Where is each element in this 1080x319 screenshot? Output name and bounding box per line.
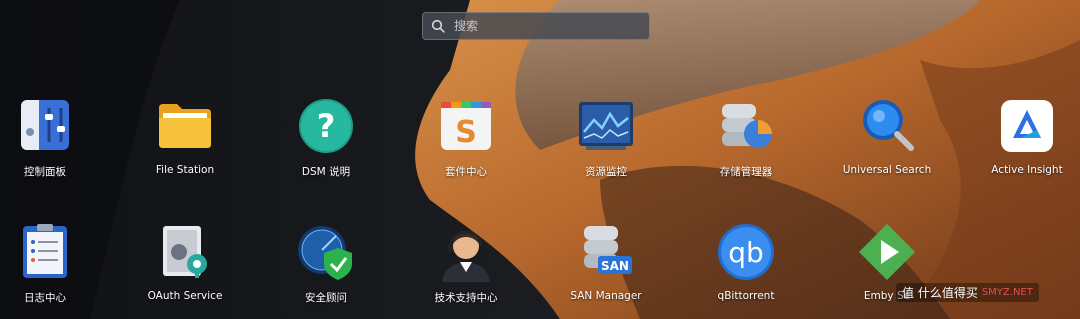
watermark-site: SMYZ.NET — [981, 287, 1033, 298]
app-san-manager[interactable]: SAN SAN Manager — [541, 222, 671, 302]
app-label: 技术支持中心 — [434, 292, 498, 304]
svg-text:qb: qb — [728, 236, 764, 269]
app-control-panel[interactable]: 控制面板 — [0, 96, 110, 179]
app-active-insight[interactable]: Active Insight — [962, 96, 1080, 176]
svg-text:SAN: SAN — [601, 259, 629, 273]
resource-monitor-icon — [579, 102, 633, 150]
app-label: 控制面板 — [24, 166, 66, 178]
app-label: File Station — [155, 164, 215, 176]
app-file-station[interactable]: File Station — [120, 96, 250, 176]
app-support-center[interactable]: 技术支持中心 — [401, 222, 531, 305]
search-icon — [431, 19, 445, 33]
app-label: 日志中心 — [24, 292, 66, 304]
help-icon: ? — [299, 99, 353, 153]
security-advisor-icon — [298, 226, 352, 280]
search-input[interactable] — [452, 18, 636, 34]
app-package-center[interactable]: S 套件中心 — [401, 96, 531, 179]
watermark: 值 什么值得买 SMYZ.NET — [896, 283, 1039, 302]
package-center-icon: S — [441, 102, 491, 150]
app-label: 资源监控 — [585, 166, 627, 178]
app-label: Universal Search — [842, 164, 932, 176]
support-center-icon — [442, 230, 490, 282]
emby-server-icon — [859, 224, 915, 280]
app-label: 套件中心 — [445, 166, 487, 178]
active-insight-icon — [1001, 100, 1053, 152]
app-qbittorrent[interactable]: qb qBittorrent — [681, 222, 811, 302]
qbittorrent-icon: qb — [718, 224, 774, 280]
app-dsm-help[interactable]: ? DSM 说明 — [261, 96, 391, 179]
svg-text:S: S — [455, 115, 477, 150]
app-security-advisor[interactable]: 安全顾问 — [261, 222, 391, 305]
app-oauth-service[interactable]: OAuth Service — [120, 222, 250, 302]
app-label: SAN Manager — [570, 290, 642, 302]
app-label: 存储管理器 — [719, 166, 773, 178]
app-storage-manager[interactable]: 存储管理器 — [681, 96, 811, 179]
storage-manager-icon — [722, 104, 772, 148]
app-log-center[interactable]: 日志中心 — [0, 222, 110, 305]
svg-text:?: ? — [317, 107, 336, 145]
app-label: Active Insight — [991, 164, 1063, 176]
app-label: qBittorrent — [717, 290, 775, 302]
oauth-service-icon — [163, 226, 207, 278]
san-manager-icon: SAN — [584, 226, 632, 274]
app-universal-search[interactable]: Universal Search — [822, 96, 952, 176]
search-bar[interactable] — [422, 12, 650, 40]
app-label: DSM 说明 — [301, 166, 351, 178]
app-label: OAuth Service — [147, 290, 223, 302]
watermark-text: 值 什么值得买 — [902, 286, 978, 300]
app-resource-monitor[interactable]: 资源监控 — [541, 96, 671, 179]
app-label: 安全顾问 — [305, 292, 347, 304]
control-panel-icon — [21, 100, 69, 150]
folder-icon — [159, 104, 211, 148]
universal-search-icon — [863, 100, 914, 151]
log-center-icon — [23, 224, 67, 278]
